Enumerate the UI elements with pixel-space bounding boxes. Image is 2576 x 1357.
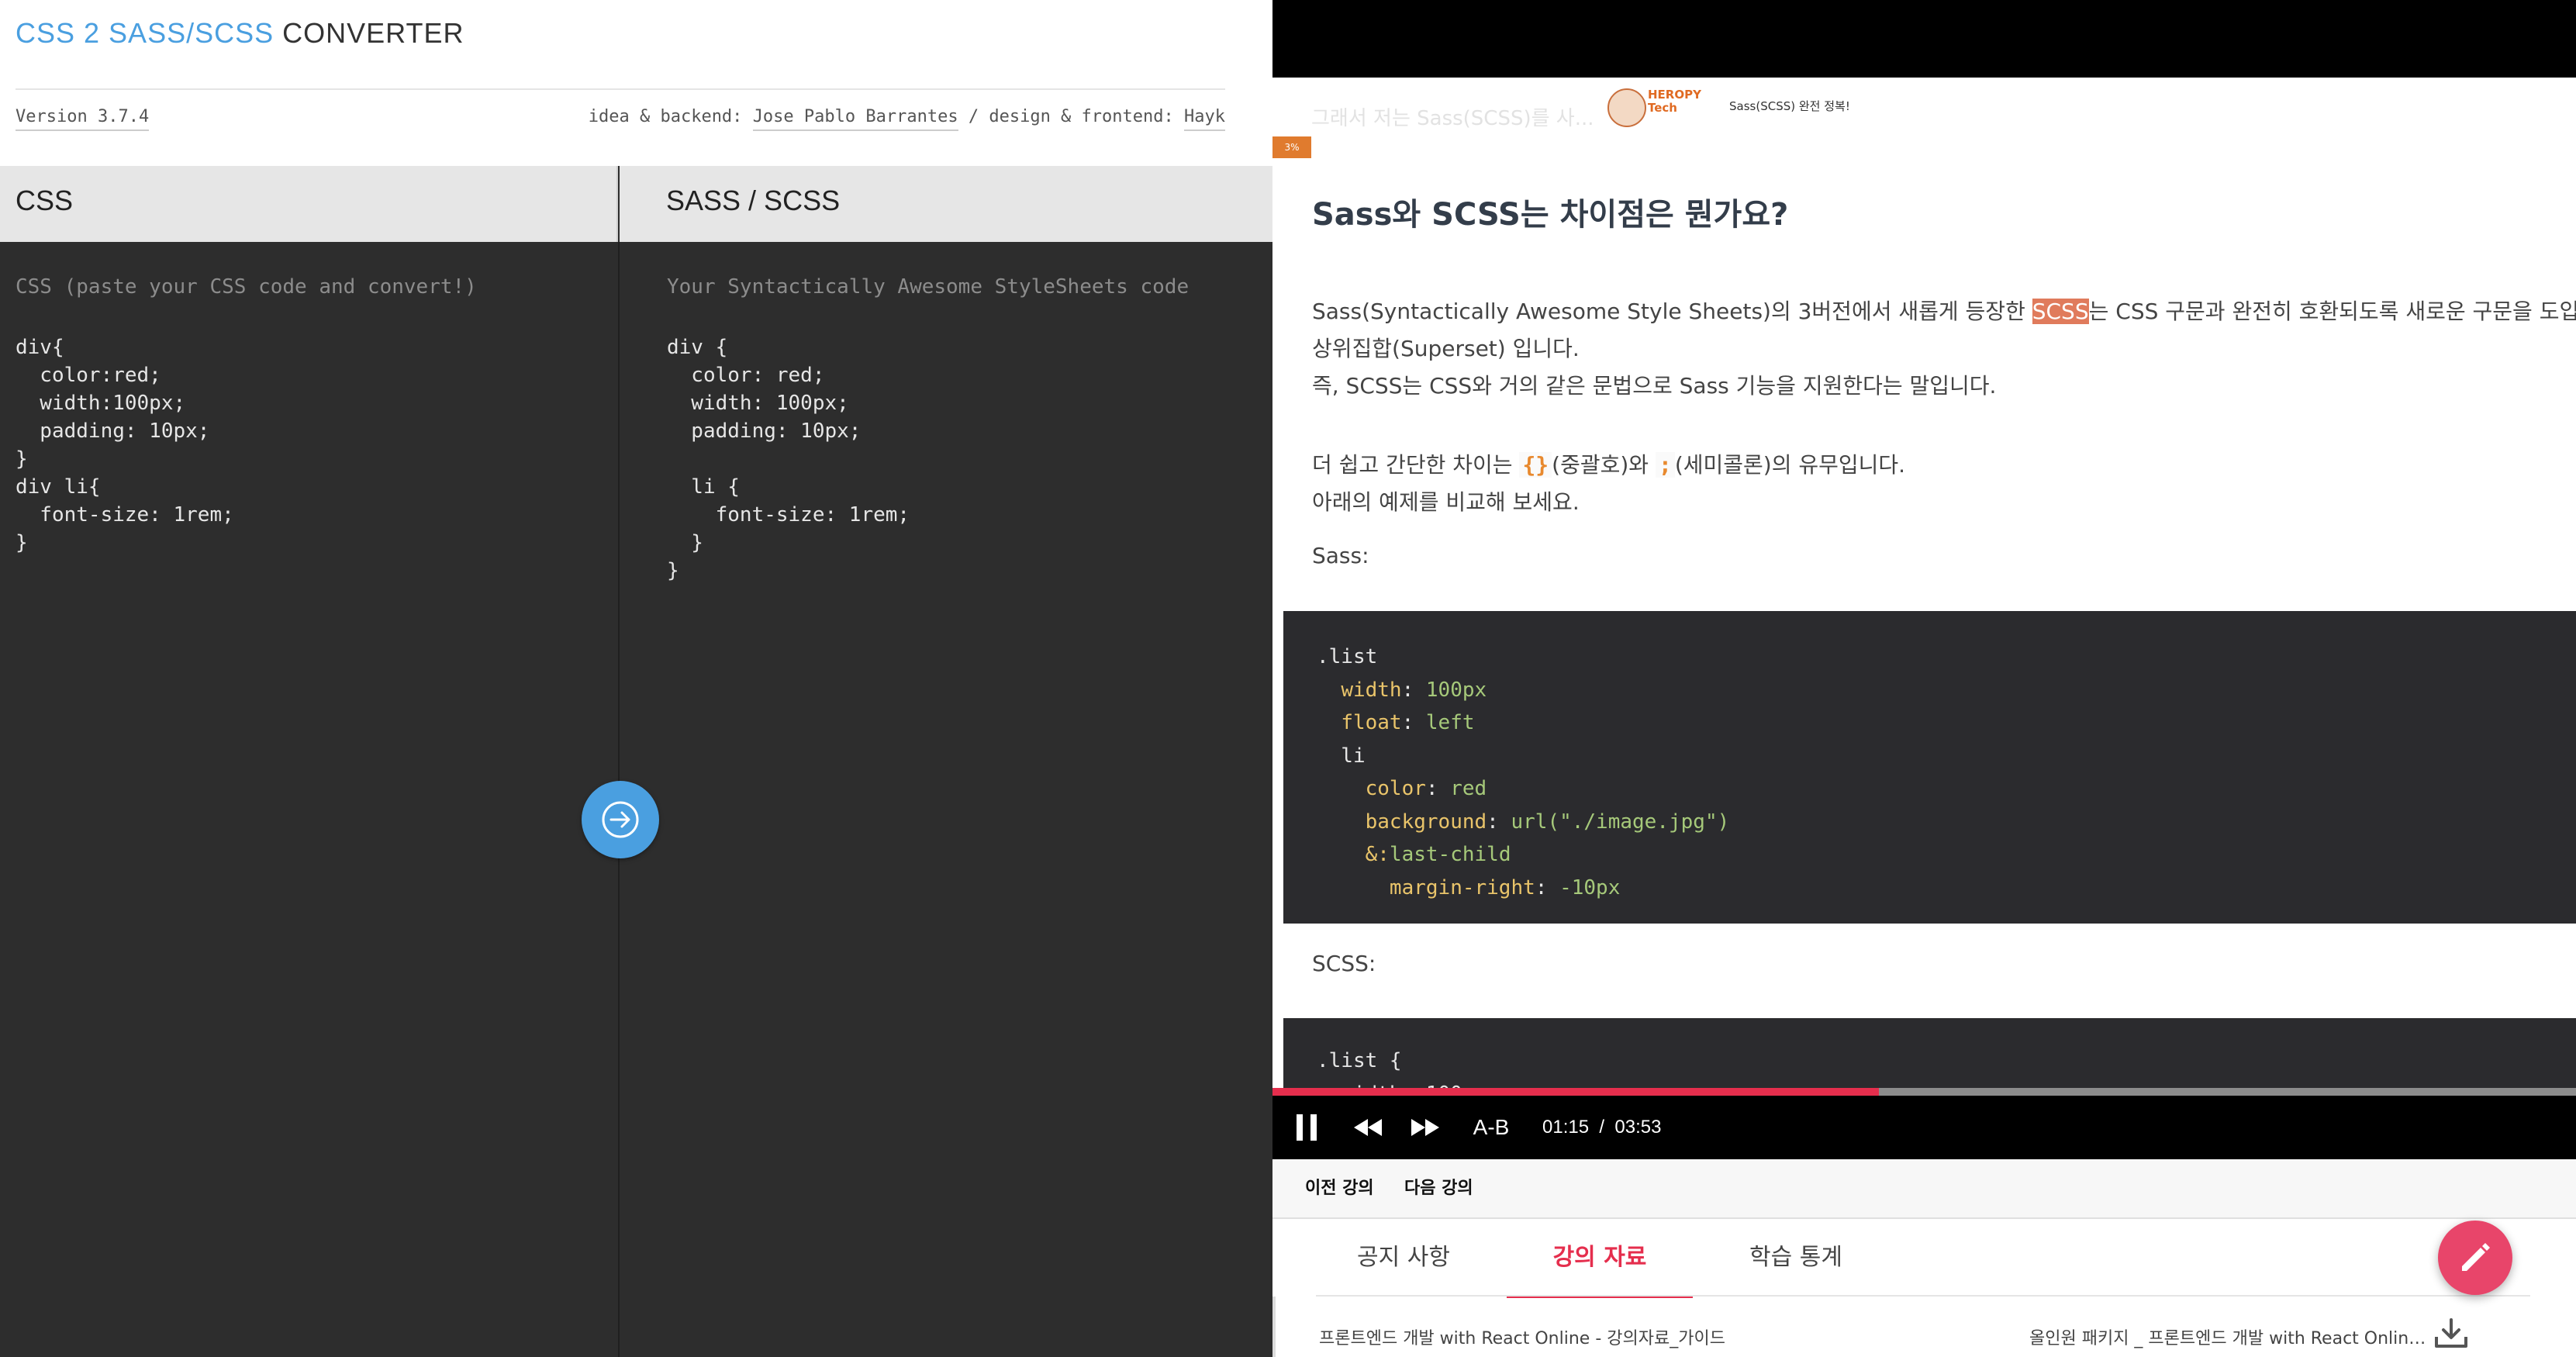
instructor-avatar	[1607, 88, 1646, 127]
scss-example-code: .list { width: 100px	[1283, 1018, 2576, 1092]
brand-logo-text: HEROPY Tech	[1648, 88, 1701, 115]
time-separator: /	[1599, 1117, 1605, 1138]
p2-text-a: 더 쉽고 간단한 차이는	[1312, 452, 1520, 478]
css-pane-title: CSS	[0, 166, 618, 242]
p1-line-3: 즉, SCSS는 CSS와 거의 같은 문법으로 Sass 기능을 지원한다는 …	[1312, 373, 1997, 399]
semicolon-code: ;	[1655, 452, 1675, 478]
sass-pane-title: SASS / SCSS	[620, 166, 1272, 242]
pause-icon	[1297, 1114, 1317, 1141]
slide-paragraph-2: 더 쉽고 간단한 차이는 {} (중괄호)와 ; (세미콜론)의 유무입니다. 아래…	[1312, 447, 1905, 521]
sass-output-code: div { color: red; width: 100px; padding:…	[667, 336, 910, 582]
fast-forward-icon	[1411, 1119, 1439, 1136]
p1-text-a: Sass(Syntactically Awesome Style Sheets)…	[1312, 299, 2032, 324]
css-input-placeholder: CSS (paste your CSS code and convert!)	[16, 275, 477, 299]
credits-idea-link[interactable]: Jose Pablo Barrantes	[752, 107, 958, 131]
next-lecture-button[interactable]: 다음 강의	[1404, 1159, 1473, 1217]
material-item[interactable]: 프론트엔드 개발 with React Online - 강의자료_가이드 올인…	[1272, 1310, 2576, 1357]
pause-button[interactable]	[1291, 1096, 1322, 1159]
sass-output[interactable]: Your Syntactically Awesome StyleSheets c…	[667, 273, 1189, 585]
slide-ghost-heading: 그래서 저는 Sass(SCSS)를 사...	[1311, 107, 1594, 130]
p2-text-b: (중괄호)와	[1552, 452, 1656, 478]
time-current: 01:15	[1542, 1117, 1590, 1138]
css-input-code: div{ color:red; width:100px; padding: 10…	[16, 336, 234, 554]
slide-course-title: Sass(SCSS) 완전 정복!	[1729, 99, 1850, 113]
download-icon[interactable]	[2433, 1318, 2469, 1349]
rewind-button[interactable]	[1350, 1096, 1386, 1159]
slide-frame: 그래서 저는 Sass(SCSS)를 사... HEROPY Tech Sass…	[1272, 14, 2576, 1092]
header-divider	[16, 88, 1225, 90]
credits-design-label: design & frontend:	[989, 107, 1174, 126]
sass-example-label: Sass:	[1312, 543, 1369, 568]
version-label: Version 3.7.4	[16, 107, 150, 131]
arrow-right-icon	[602, 801, 639, 838]
credits-separator: /	[968, 107, 979, 126]
credits-design-link[interactable]: Hayk	[1184, 107, 1225, 131]
slide-paragraph-1: Sass(Syntactically Awesome Style Sheets)…	[1312, 293, 2576, 405]
seek-bar[interactable]	[1272, 1088, 2576, 1096]
p1-text-b: 는 CSS 구문과 완전히 호환되도록 새로운 구문을 도입	[2088, 299, 2576, 324]
app-title-accent: CSS 2 SASS/SCSS	[16, 17, 275, 49]
sass-output-placeholder: Your Syntactically Awesome StyleSheets c…	[667, 275, 1190, 299]
app-title-rest: CONVERTER	[282, 17, 464, 49]
css-input[interactable]: CSS (paste your CSS code and convert!) di…	[16, 273, 477, 557]
credits-idea-label: idea & backend:	[588, 107, 743, 126]
sass-example-code: .list width: 100px float: left li color:…	[1283, 611, 2576, 924]
seek-bar-progress	[1272, 1088, 1879, 1096]
prev-lecture-button[interactable]: 이전 강의	[1305, 1159, 1374, 1217]
converter-app: CSS 2 SASS/SCSS CONVERTER Version 3.7.4 …	[0, 0, 1272, 1357]
pencil-icon	[2462, 1243, 2490, 1271]
tab-stats[interactable]: 학습 통계	[1708, 1219, 1884, 1297]
meta-row: Version 3.7.4 idea & backend: Jose Pablo…	[16, 107, 1225, 138]
highlighted-word: SCSS	[2032, 299, 2089, 324]
tab-materials[interactable]: 강의 자료	[1507, 1219, 1693, 1298]
p1-line-2: 상위집합(Superset) 입니다.	[1312, 336, 1580, 361]
ab-repeat-button[interactable]: A-B	[1468, 1096, 1514, 1159]
material-package: 올인원 패키지 _ 프론트엔드 개발 with React Onlin…	[2029, 1329, 2426, 1348]
p2-text-c: (세미콜론)의 유무입니다.	[1674, 452, 1906, 478]
scss-example-label: SCSS:	[1312, 951, 1376, 976]
rewind-icon	[1354, 1119, 1382, 1136]
time-display: 01:15 / 03:53	[1542, 1096, 1661, 1159]
braces-code: {}	[1519, 452, 1552, 478]
fast-forward-button[interactable]	[1407, 1096, 1443, 1159]
scss-code-line-1: .list {	[1317, 1049, 1402, 1072]
slide-topbar	[1272, 14, 2576, 78]
lecture-tabs: 공지 사항 강의 자료 학습 통계	[1272, 1219, 2576, 1298]
converter-header: CSS 2 SASS/SCSS CONVERTER Version 3.7.4 …	[0, 0, 1272, 166]
convert-button[interactable]	[582, 781, 659, 858]
tab-divider	[1316, 1295, 2530, 1297]
lecture-nav: 이전 강의 다음 강의	[1272, 1159, 2576, 1219]
player-controls: A-B 01:15 / 03:53	[1272, 1096, 2576, 1159]
lecture-app: 그래서 저는 Sass(SCSS)를 사... HEROPY Tech Sass…	[1272, 0, 2576, 1357]
p2-line-2: 아래의 예제를 비교해 보세요.	[1312, 489, 1580, 515]
app-title: CSS 2 SASS/SCSS CONVERTER	[16, 17, 464, 50]
credits: idea & backend: Jose Pablo Barrantes / d…	[588, 107, 1225, 131]
time-total: 03:53	[1614, 1117, 1662, 1138]
slide-heading: Sass와 SCSS는 차이점은 뭔가요?	[1312, 197, 1789, 233]
tab-notice[interactable]: 공지 사항	[1316, 1219, 1491, 1297]
write-note-button[interactable]	[2438, 1221, 2512, 1295]
material-title: 프론트엔드 개발 with React Online - 강의자료_가이드	[1319, 1329, 1725, 1348]
video-player[interactable]: 그래서 저는 Sass(SCSS)를 사... HEROPY Tech Sass…	[1272, 0, 2576, 1159]
progress-badge: 3%	[1272, 136, 1311, 158]
